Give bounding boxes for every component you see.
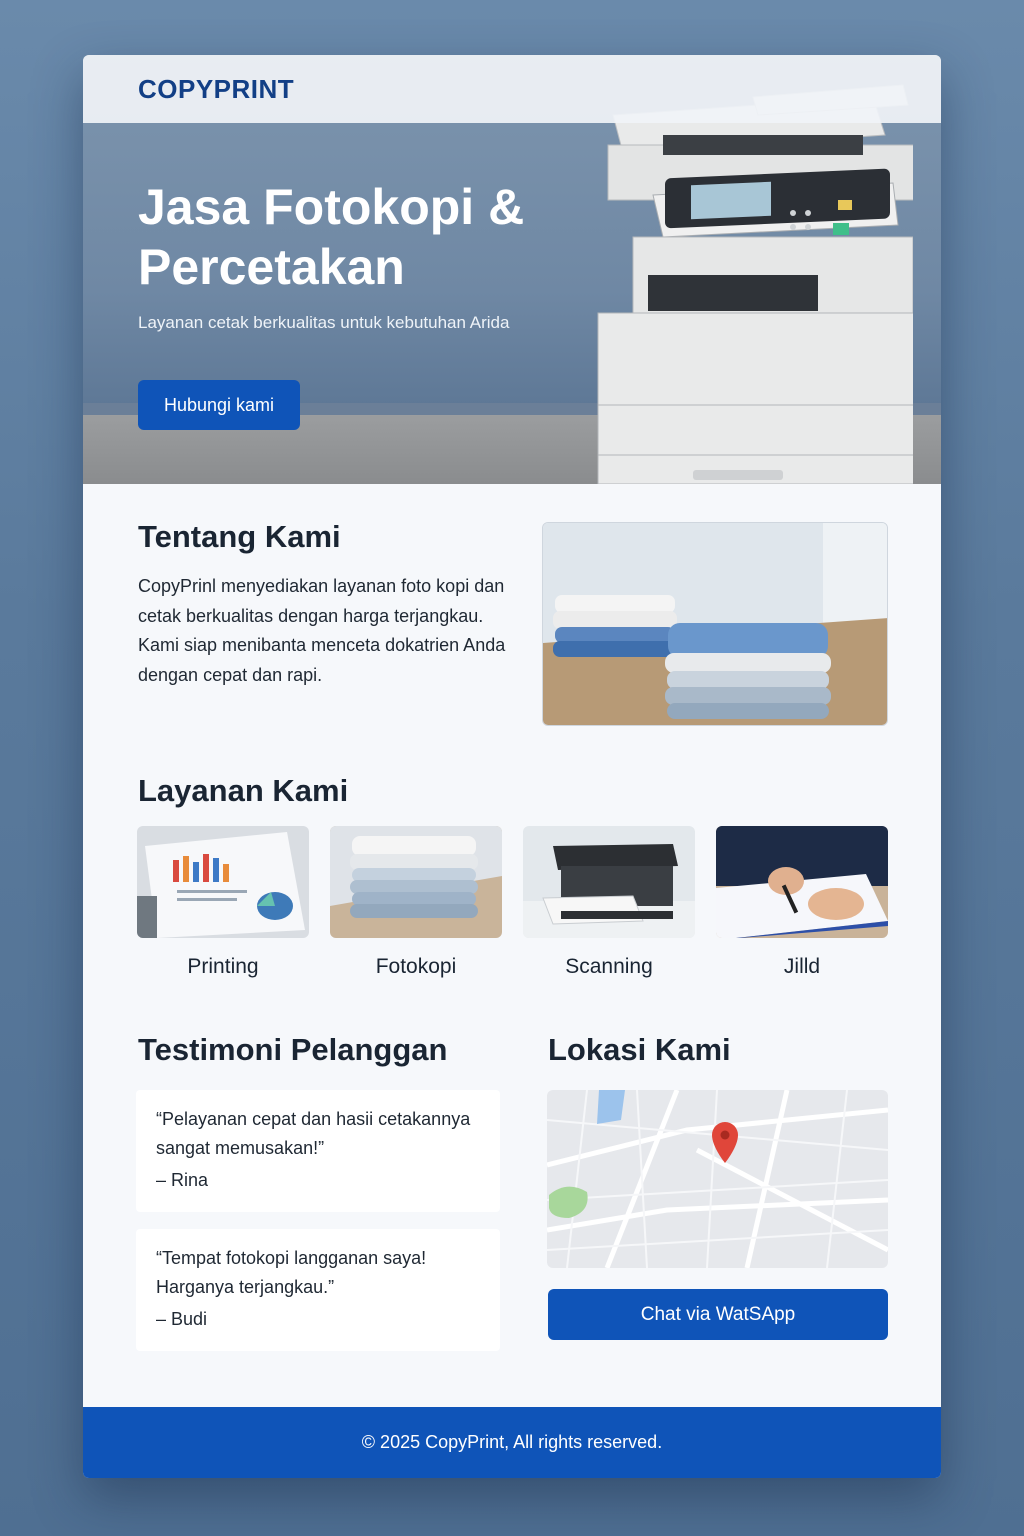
about-image	[542, 522, 888, 726]
footer: © 2025 CopyPrint, All rights reserved.	[83, 1407, 941, 1478]
brand-logo[interactable]: COPYPRINT	[138, 74, 294, 105]
testimonial-quote: “Tempat fotokopi langganan saya! Hargany…	[156, 1248, 427, 1297]
testimonial-card: “Pelayanan cepat dan hasii cetakannya sa…	[136, 1090, 500, 1212]
service-label-jilid: Jilld	[783, 955, 821, 978]
service-label-scanning: Scanning	[565, 955, 653, 978]
top-navigation-bar: COPYPRINT	[83, 55, 941, 123]
jilid-service-image[interactable]	[716, 826, 888, 938]
scanning-service-image[interactable]	[523, 826, 695, 938]
footer-copyright: © 2025 CopyPrint, All rights reserved.	[361, 1432, 663, 1452]
testimonial-card: “Tempat fotokopi langganan saya! Hargany…	[136, 1229, 500, 1351]
service-label-printing: Printing	[187, 955, 259, 978]
whatsapp-chat-button[interactable]: Chat via WatSApp	[548, 1289, 888, 1340]
hero-title: Jasa Fotokopi & Percetakan	[138, 179, 525, 295]
testimonial-author: – Budi	[156, 1309, 208, 1329]
printing-service-image[interactable]	[137, 826, 309, 938]
hero-subtitle: Layanan cetak berkualitas untuk kebutuha…	[138, 313, 510, 332]
about-heading: Tentang Kami	[138, 519, 341, 554]
testimonial-quote: “Pelayanan cepat dan hasii cetakannya sa…	[156, 1109, 471, 1158]
services-heading: Layanan Kami	[138, 773, 349, 808]
location-map[interactable]	[547, 1090, 888, 1268]
contact-us-button[interactable]: Hubungi kami	[138, 380, 300, 430]
hero-section: COPYPRINT Jasa Fotokopi & Percetakan Lay…	[83, 55, 941, 484]
fotokopi-service-image[interactable]	[330, 826, 502, 938]
copier-machine-image	[597, 84, 913, 484]
service-label-fotokopi: Fotokopi	[375, 955, 457, 978]
about-text: CopyPrinl menyediakan layanan foto kopi …	[138, 576, 506, 685]
page-card: COPYPRINT Jasa Fotokopi & Percetakan Lay…	[83, 55, 941, 1478]
testimonials-heading: Testimoni Pelanggan	[138, 1032, 448, 1067]
location-heading: Lokasi Kami	[548, 1032, 731, 1067]
testimonial-author: – Rina	[156, 1170, 209, 1190]
